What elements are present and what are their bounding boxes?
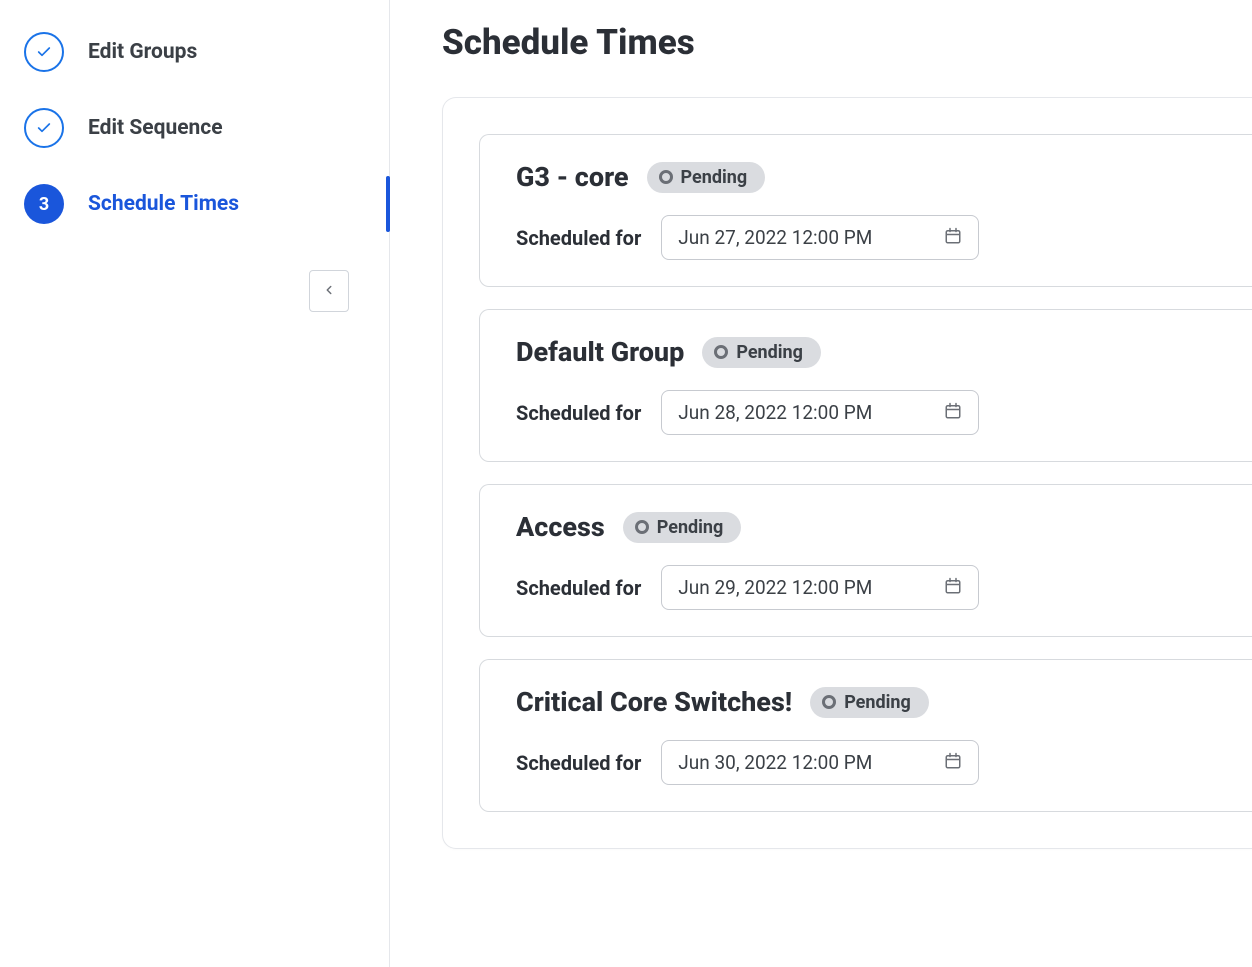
group-name: Default Group [516,336,684,368]
datetime-picker[interactable]: Jun 29, 2022 12:00 PM [661,565,979,610]
scheduled-for-label: Scheduled for [516,226,641,250]
main-content: Schedule Times G3 - core Pending Schedul… [390,0,1252,967]
pending-status-icon [714,345,728,359]
schedule-card: Access Pending Scheduled for Jun 29, 202… [479,484,1252,637]
schedule-card: G3 - core Pending Scheduled for Jun 27, … [479,134,1252,287]
status-text: Pending [736,342,803,363]
wizard-sidebar: Edit Groups Edit Sequence 3 Schedule Tim… [0,0,390,967]
status-text: Pending [844,692,911,713]
scheduled-for-label: Scheduled for [516,751,641,775]
group-name: Critical Core Switches! [516,686,792,718]
status-text: Pending [681,167,748,188]
datetime-value: Jun 30, 2022 12:00 PM [678,751,872,774]
wizard-step-label: Edit Sequence [88,116,223,140]
datetime-picker[interactable]: Jun 28, 2022 12:00 PM [661,390,979,435]
schedule-card: Default Group Pending Scheduled for Jun … [479,309,1252,462]
pending-status-icon [635,520,649,534]
calendar-icon [944,402,962,424]
datetime-value: Jun 27, 2022 12:00 PM [678,226,872,249]
calendar-icon [944,752,962,774]
status-badge: Pending [810,687,929,718]
schedule-card: Critical Core Switches! Pending Schedule… [479,659,1252,812]
status-badge: Pending [702,337,821,368]
wizard-step-schedule-times[interactable]: 3 Schedule Times [0,166,389,242]
calendar-icon [944,577,962,599]
wizard-step-label: Schedule Times [88,192,239,216]
datetime-picker[interactable]: Jun 27, 2022 12:00 PM [661,215,979,260]
page-title: Schedule Times [442,22,1252,63]
datetime-value: Jun 29, 2022 12:00 PM [678,576,872,599]
check-icon [24,108,64,148]
group-name: G3 - core [516,161,629,193]
wizard-step-edit-sequence[interactable]: Edit Sequence [0,90,389,166]
wizard-step-edit-groups[interactable]: Edit Groups [0,14,389,90]
status-text: Pending [657,517,724,538]
scheduled-for-label: Scheduled for [516,401,641,425]
schedule-cards-container: G3 - core Pending Scheduled for Jun 27, … [442,97,1252,849]
wizard-step-label: Edit Groups [88,40,197,64]
scheduled-for-label: Scheduled for [516,576,641,600]
collapse-sidebar-button[interactable] [309,270,349,312]
datetime-value: Jun 28, 2022 12:00 PM [678,401,872,424]
step-number-badge: 3 [24,184,64,224]
status-badge: Pending [647,162,766,193]
calendar-icon [944,227,962,249]
pending-status-icon [659,170,673,184]
status-badge: Pending [623,512,742,543]
chevron-left-icon [322,283,336,300]
datetime-picker[interactable]: Jun 30, 2022 12:00 PM [661,740,979,785]
pending-status-icon [822,695,836,709]
active-step-marker [386,176,390,232]
group-name: Access [516,511,605,543]
check-icon [24,32,64,72]
